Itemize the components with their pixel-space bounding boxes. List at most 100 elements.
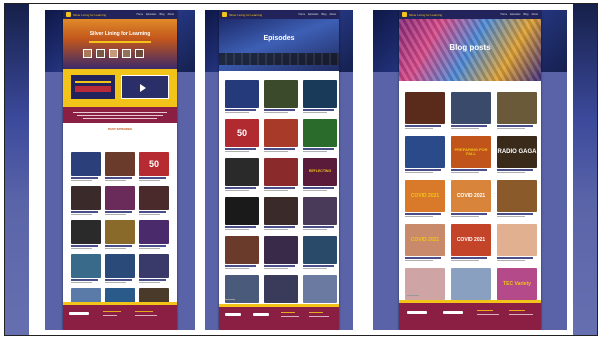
nav-episodes[interactable]: Episodes bbox=[146, 13, 156, 16]
post-thumbnail[interactable] bbox=[405, 92, 445, 124]
post-thumbnail[interactable]: 50 bbox=[225, 119, 259, 147]
post-card[interactable] bbox=[264, 80, 298, 113]
post-card[interactable] bbox=[71, 152, 101, 181]
nav-blog[interactable]: Blog bbox=[321, 13, 326, 16]
post-card[interactable] bbox=[225, 275, 259, 308]
site-name[interactable]: Silver Lining for Learning bbox=[73, 13, 106, 17]
post-thumbnail[interactable] bbox=[405, 136, 445, 168]
post-card[interactable] bbox=[405, 92, 445, 129]
nav-about[interactable]: About bbox=[167, 13, 174, 16]
site-name[interactable]: Silver Lining for Learning bbox=[229, 13, 262, 17]
post-card[interactable] bbox=[105, 152, 135, 181]
nav-home[interactable]: Home bbox=[136, 13, 143, 16]
post-card[interactable]: COVID 2021 bbox=[405, 180, 445, 217]
email-field[interactable] bbox=[407, 311, 427, 314]
post-thumbnail[interactable] bbox=[225, 236, 259, 264]
post-thumbnail[interactable] bbox=[264, 197, 298, 225]
post-thumbnail[interactable] bbox=[225, 80, 259, 108]
post-thumbnail[interactable] bbox=[139, 220, 169, 244]
email-field[interactable] bbox=[69, 312, 89, 315]
nav-home[interactable]: Home bbox=[298, 13, 305, 16]
pagination[interactable] bbox=[407, 294, 419, 296]
site-logo-icon[interactable] bbox=[222, 12, 227, 17]
post-card[interactable]: REFLECTING bbox=[303, 158, 337, 191]
name-field[interactable] bbox=[253, 313, 269, 316]
post-card[interactable]: COVID 2021 bbox=[451, 180, 491, 217]
featured-episode-card[interactable] bbox=[71, 75, 115, 99]
post-card[interactable] bbox=[264, 158, 298, 191]
post-card[interactable] bbox=[264, 236, 298, 269]
post-card[interactable]: 50 bbox=[225, 119, 259, 152]
post-thumbnail[interactable] bbox=[105, 220, 135, 244]
post-thumbnail[interactable]: TEC Variety bbox=[497, 268, 537, 300]
post-card[interactable] bbox=[105, 254, 135, 283]
post-card[interactable] bbox=[139, 186, 169, 215]
post-thumbnail[interactable] bbox=[71, 186, 101, 210]
post-card[interactable] bbox=[405, 136, 445, 173]
post-card[interactable] bbox=[139, 254, 169, 283]
nav-home[interactable]: Home bbox=[500, 13, 507, 16]
post-thumbnail[interactable] bbox=[497, 224, 537, 256]
post-card[interactable]: 50 bbox=[139, 152, 169, 181]
post-card[interactable] bbox=[497, 180, 537, 217]
post-thumbnail[interactable] bbox=[264, 275, 298, 303]
post-card[interactable] bbox=[71, 254, 101, 283]
nav-episodes[interactable]: Episodes bbox=[308, 13, 318, 16]
post-thumbnail[interactable] bbox=[71, 254, 101, 278]
post-thumbnail[interactable] bbox=[264, 158, 298, 186]
post-card[interactable] bbox=[264, 119, 298, 152]
post-card[interactable] bbox=[497, 92, 537, 129]
post-thumbnail[interactable] bbox=[105, 152, 135, 176]
post-thumbnail[interactable] bbox=[105, 254, 135, 278]
post-thumbnail[interactable]: 50 bbox=[139, 152, 169, 176]
post-thumbnail[interactable] bbox=[71, 152, 101, 176]
post-thumbnail[interactable] bbox=[303, 275, 337, 303]
post-thumbnail[interactable]: COVID 2021 bbox=[405, 180, 445, 212]
site-logo-icon[interactable] bbox=[66, 12, 71, 17]
nav-about[interactable]: About bbox=[531, 13, 538, 16]
post-thumbnail[interactable] bbox=[139, 254, 169, 278]
post-card[interactable] bbox=[225, 236, 259, 269]
post-thumbnail[interactable] bbox=[264, 236, 298, 264]
post-thumbnail[interactable]: COVID 2021 bbox=[451, 180, 491, 212]
post-card[interactable]: PREPARING FOR FALL bbox=[451, 136, 491, 173]
post-card[interactable]: COVID 2021 bbox=[451, 224, 491, 261]
post-thumbnail[interactable] bbox=[225, 158, 259, 186]
post-thumbnail[interactable]: COVID 2021 bbox=[451, 224, 491, 256]
post-thumbnail[interactable] bbox=[303, 119, 337, 147]
site-name[interactable]: Silver Lining for Learning bbox=[409, 13, 442, 17]
post-card[interactable] bbox=[71, 186, 101, 215]
post-thumbnail[interactable] bbox=[264, 80, 298, 108]
post-thumbnail[interactable]: PREPARING FOR FALL bbox=[451, 136, 491, 168]
post-thumbnail[interactable]: RADIO GAGA bbox=[497, 136, 537, 168]
post-thumbnail[interactable] bbox=[71, 220, 101, 244]
post-thumbnail[interactable]: REFLECTING bbox=[303, 158, 337, 186]
email-field[interactable] bbox=[225, 313, 241, 316]
post-thumbnail[interactable] bbox=[139, 186, 169, 210]
post-thumbnail[interactable] bbox=[303, 80, 337, 108]
post-card[interactable] bbox=[303, 119, 337, 152]
site-logo-icon[interactable] bbox=[402, 12, 407, 17]
post-card[interactable] bbox=[225, 158, 259, 191]
post-thumbnail[interactable] bbox=[264, 119, 298, 147]
nav-episodes[interactable]: Episodes bbox=[510, 13, 520, 16]
post-card[interactable] bbox=[264, 275, 298, 308]
nav-blog[interactable]: Blog bbox=[523, 13, 528, 16]
post-card[interactable] bbox=[139, 220, 169, 249]
post-thumbnail[interactable] bbox=[497, 180, 537, 212]
nav-about[interactable]: About bbox=[329, 13, 336, 16]
post-card[interactable] bbox=[105, 186, 135, 215]
post-card[interactable] bbox=[225, 197, 259, 230]
post-thumbnail[interactable] bbox=[497, 92, 537, 124]
post-thumbnail[interactable] bbox=[105, 186, 135, 210]
post-thumbnail[interactable]: COVID 2021 bbox=[405, 224, 445, 256]
post-card[interactable] bbox=[303, 80, 337, 113]
post-card[interactable] bbox=[497, 224, 537, 261]
post-card[interactable] bbox=[303, 275, 337, 308]
post-card[interactable] bbox=[71, 220, 101, 249]
post-card[interactable] bbox=[225, 80, 259, 113]
post-thumbnail[interactable] bbox=[303, 236, 337, 264]
post-card[interactable] bbox=[451, 92, 491, 129]
post-card[interactable] bbox=[303, 197, 337, 230]
post-thumbnail[interactable] bbox=[303, 197, 337, 225]
